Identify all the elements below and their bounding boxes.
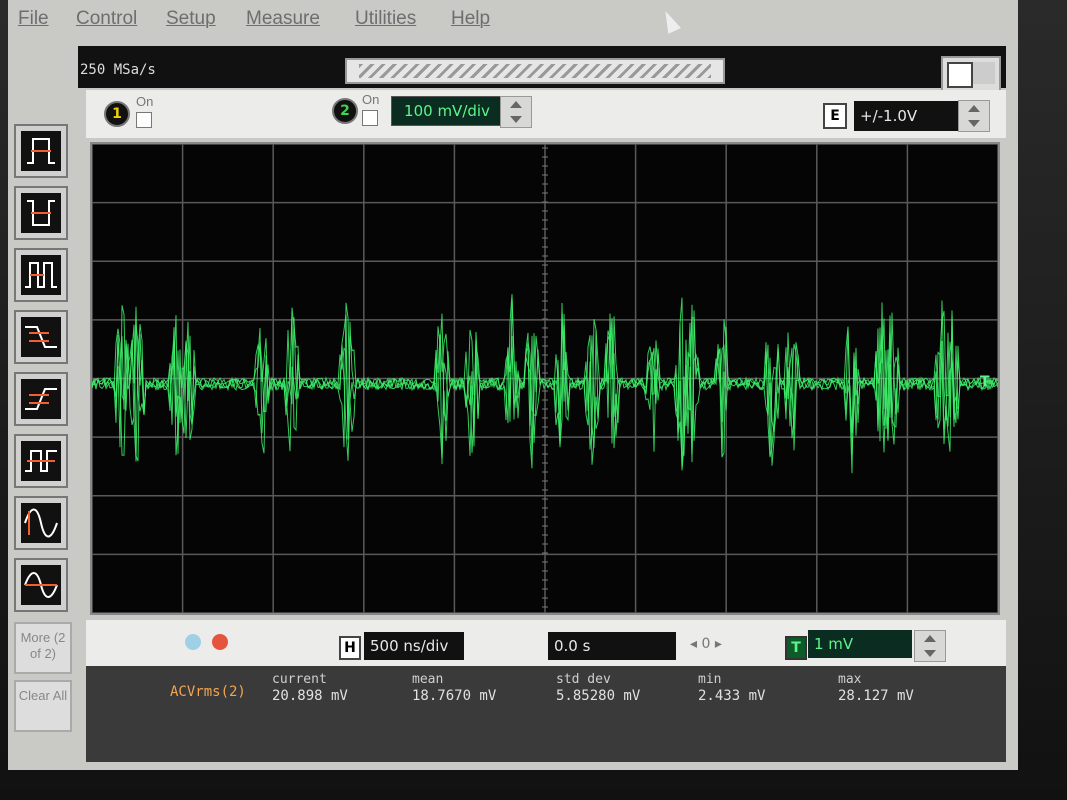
sample-rate: 250 MSa/s (80, 62, 156, 78)
measurement-value-max: 28.127 mV (838, 688, 914, 704)
fall-time-icon (25, 326, 57, 348)
sine-amplitude-icon (24, 572, 58, 598)
external-range-spinner[interactable] (958, 100, 990, 132)
sine-wave-icon (24, 508, 58, 538)
external-button[interactable]: E (823, 103, 847, 129)
measurement-label-current: current (272, 672, 327, 687)
measurement-label-min: min (698, 672, 722, 687)
clear-all-button[interactable]: Clear All (14, 680, 72, 732)
delay-step-value: 0 (701, 636, 711, 652)
channel-2-on-label: On (362, 92, 380, 107)
menu-help[interactable]: Help (451, 8, 490, 30)
fall-time-tool[interactable] (14, 310, 68, 364)
duty-cycle-tool[interactable] (14, 434, 68, 488)
trigger-level-field[interactable]: 1 mV (808, 630, 912, 658)
run-icon (973, 62, 995, 84)
measurement-source: ACVrms(2) (170, 684, 246, 700)
rise-time-tool[interactable] (14, 372, 68, 426)
measurement-value-mean: 18.7670 mV (412, 688, 497, 704)
single-trigger-icon (947, 62, 973, 88)
pulse-positive-tool[interactable] (14, 124, 68, 178)
acquire-red-icon[interactable] (212, 634, 228, 650)
time-div-field[interactable]: 500 ns/div (364, 632, 464, 660)
measurement-value-min: 2.433 mV (698, 688, 766, 704)
channel-2-scale-field[interactable]: 100 mV/div (391, 96, 503, 126)
rise-time-icon (25, 388, 57, 410)
measurement-value-current: 20.898 mV (272, 688, 348, 704)
trigger-button[interactable]: T (785, 636, 807, 660)
horizontal-button[interactable]: H (339, 636, 361, 660)
period-tool[interactable] (14, 248, 68, 302)
channel-2-scale-spinner[interactable] (500, 96, 532, 128)
sine-vrms-tool[interactable] (14, 496, 68, 550)
negative-pulse-icon (27, 200, 55, 226)
acquire-blue-icon[interactable] (185, 634, 201, 650)
run-stop-button[interactable] (941, 56, 1001, 92)
menu-file[interactable]: File (18, 8, 49, 30)
channel-1-badge[interactable]: 1 (104, 101, 130, 127)
menu-utilities[interactable]: Utilities (355, 8, 416, 30)
scope-screen: File Control Setup Measure Utilities Hel… (8, 0, 1018, 770)
pulse-negative-tool[interactable] (14, 186, 68, 240)
channel-2-badge[interactable]: 2 (332, 98, 358, 124)
measurement-panel (86, 666, 1006, 762)
more-button[interactable]: More (2 of 2) (14, 622, 72, 674)
sine-amplitude-tool[interactable] (14, 558, 68, 612)
trigger-level-marker: T (980, 374, 990, 390)
measurement-label-std-dev: std dev (556, 672, 611, 687)
delay-step-control[interactable]: ◂ 0 ▸ (690, 636, 754, 658)
time-window-pattern (359, 64, 711, 78)
channel-1-on-label: On (136, 94, 154, 109)
trigger-level-spinner[interactable] (914, 630, 946, 662)
delay-field[interactable]: 0.0 s (548, 632, 676, 660)
waveform-canvas (92, 144, 998, 613)
channel-1-on-checkbox[interactable] (136, 112, 152, 128)
measurement-label-max: max (838, 672, 862, 687)
channel-2-on-checkbox[interactable] (362, 110, 378, 126)
positive-pulse-icon (27, 138, 55, 164)
waveform-display[interactable] (90, 142, 1000, 615)
menu-measure[interactable]: Measure (246, 8, 320, 30)
menu-control[interactable]: Control (76, 8, 137, 30)
time-window-bar[interactable] (345, 58, 725, 84)
menu-bar: File Control Setup Measure Utilities Hel… (8, 0, 1018, 42)
measurement-label-mean: mean (412, 672, 444, 687)
period-icon (25, 262, 57, 288)
menu-setup[interactable]: Setup (166, 8, 216, 30)
duty-cycle-icon (25, 450, 57, 472)
measurement-value-std-dev: 5.85280 mV (556, 688, 641, 704)
external-range-field[interactable]: +/-1.0V (854, 101, 958, 131)
